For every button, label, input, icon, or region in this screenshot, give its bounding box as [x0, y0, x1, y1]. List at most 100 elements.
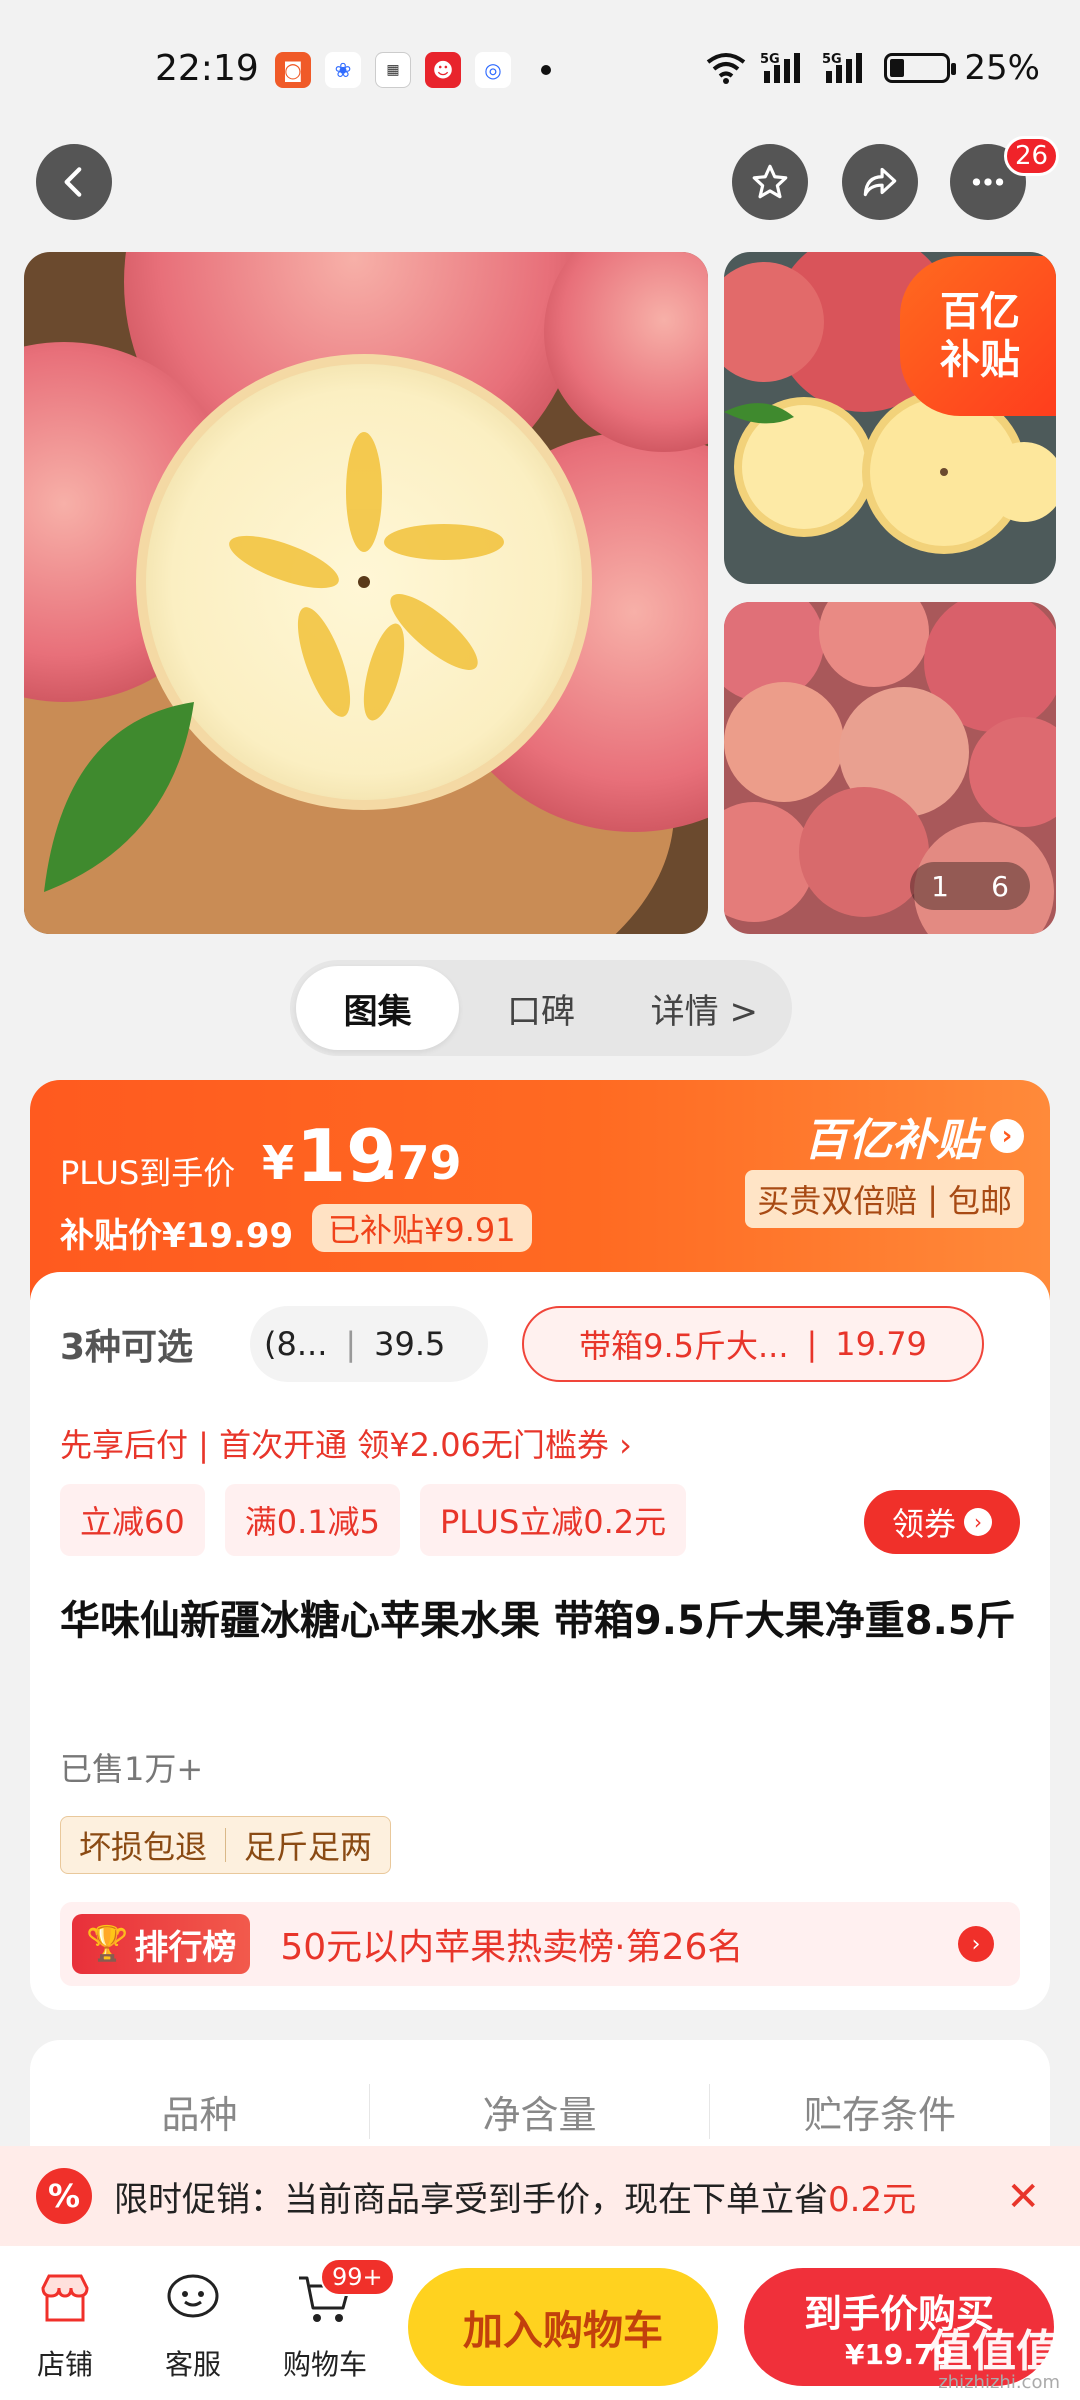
status-time: 22:19: [155, 48, 259, 89]
status-right: 5G 5G 25%: [706, 48, 1040, 88]
signal-5g-label-1: 5G: [760, 52, 780, 67]
cart-count-badge: 99+: [320, 2258, 395, 2296]
subsidized-amount: 已补贴¥9.91: [312, 1204, 532, 1252]
promo-notice-bar: % 限时促销：当前商品享受到手价，现在下单立省0.2元 ✕: [0, 2146, 1080, 2246]
coupon-label: 领券: [891, 1505, 956, 1543]
tab-reviews[interactable]: 口碑: [459, 966, 622, 1050]
option-a-name: (8...: [264, 1325, 328, 1363]
guarantee-double-refund: 买贵双倍赔: [757, 1182, 918, 1220]
discount-chip[interactable]: 立减60: [60, 1484, 205, 1556]
app-notification-icon: ◙: [275, 52, 311, 88]
wifi-icon: [707, 53, 746, 84]
get-coupon-button[interactable]: 领券 ›: [864, 1490, 1020, 1554]
option-b-selected[interactable]: 带箱9.5斤大... | 19.79: [522, 1306, 984, 1382]
gallery-thumb-1[interactable]: 百亿 补贴: [724, 252, 1056, 584]
option-count: 3种可选: [60, 1327, 194, 1368]
chevron-right-icon: ›: [990, 1119, 1024, 1153]
more-dots-icon: [972, 178, 1004, 186]
option-a-price: 39.5: [374, 1325, 446, 1363]
notice-text: 限时促销：当前商品享受到手价，现在下单立省0.2元: [114, 2172, 916, 2221]
chevron-left-icon: [64, 167, 82, 197]
gallery-page-indicator: 1 6: [910, 862, 1030, 910]
page-current: 1: [931, 869, 949, 903]
service-tag: 足斤足两: [244, 1828, 373, 1866]
battery-percent: 25%: [964, 48, 1040, 88]
store-notification-icon: ▦: [375, 52, 411, 88]
ranking-text: 50元以内苹果热卖榜·第26名: [280, 1927, 744, 1968]
discount-chip[interactable]: 满0.1减5: [224, 1484, 400, 1556]
option-b-price: 19.79: [835, 1325, 927, 1363]
percent-icon: %: [36, 2168, 92, 2224]
notice-amount: 0.2元: [828, 2179, 917, 2220]
signal-5g-icon-2: 5G: [822, 52, 863, 83]
customer-service-button[interactable]: 客服: [138, 2266, 248, 2383]
chevron-right-icon: ›: [964, 1508, 992, 1536]
apple-cut-image: [24, 252, 708, 934]
subsidy-price: 补贴价¥19.99: [60, 1216, 294, 1256]
favorite-button[interactable]: [732, 144, 808, 220]
sold-count: 已售1万+: [60, 1750, 204, 1788]
share-icon: [863, 167, 897, 197]
store-icon: [41, 2274, 89, 2322]
watermark-main: 值值值: [928, 2326, 1060, 2377]
product-info-card: 3种可选 (8... | 39.5 带箱9.5斤大... | 19.79 先享后…: [30, 1272, 1050, 2010]
option-b-divider: |: [806, 1325, 818, 1363]
chat-face-icon: [167, 2274, 219, 2318]
product-title: 华味仙新疆冰糖心苹果水果 带箱9.5斤大果净重8.5斤: [60, 1598, 1016, 1644]
subsidy-brand-link[interactable]: 百亿补贴 ›: [804, 1104, 1024, 1168]
gallery-main-image[interactable]: [24, 252, 708, 934]
chevron-right-icon: ›: [958, 1926, 994, 1962]
guarantee-divider: |: [927, 1180, 938, 1218]
notice-prefix: 限时促销：当前商品享受到手价，现在下单立省: [114, 2179, 828, 2220]
plus-price-label: PLUS到手价: [60, 1154, 236, 1192]
content-tabs: 图集 口碑 详情 >: [290, 960, 792, 1056]
discount-chip[interactable]: PLUS立减0.2元: [420, 1484, 687, 1556]
status-app-icons: ◙ ❀ ▦ ☻ ◎: [275, 52, 551, 88]
guarantee-free-shipping: 包邮: [947, 1182, 1012, 1220]
search-notification-icon: ◎: [475, 52, 511, 88]
customer-service-label: 客服: [164, 2348, 221, 2381]
tab-details[interactable]: 详情 >: [623, 966, 786, 1050]
spec-variety: 品种: [30, 2084, 370, 2139]
price-currency: ¥: [262, 1136, 295, 1190]
bottom-action-bar: 店铺 客服 购物车 99+ 加入购物车 到手价购买 ¥19.79 值值值 zhi…: [0, 2246, 1080, 2400]
add-to-cart-button[interactable]: 加入购物车: [408, 2268, 718, 2386]
ranking-bar[interactable]: 🏆 排行榜 50元以内苹果热卖榜·第26名 ›: [60, 1902, 1020, 1986]
cart-label: 购物车: [282, 2348, 367, 2381]
subsidy-corner-tag: 百亿 补贴: [900, 256, 1056, 416]
close-icon[interactable]: ✕: [1006, 2174, 1040, 2220]
star-icon: [752, 164, 788, 199]
option-a-divider: |: [345, 1325, 357, 1363]
store-button[interactable]: 店铺: [10, 2266, 120, 2383]
spec-net-weight: 净含量: [370, 2084, 710, 2139]
option-a[interactable]: (8... | 39.5: [250, 1306, 488, 1382]
trophy-icon: 🏆: [86, 1924, 129, 1964]
ranking-badge: 🏆 排行榜: [72, 1914, 251, 1974]
subsidy-tag-line1: 百亿: [940, 289, 1020, 335]
price-decimal: .79: [380, 1136, 462, 1190]
service-tags[interactable]: 坏损包退 足斤足两: [60, 1816, 392, 1874]
signal-5g-icon-1: 5G: [760, 52, 801, 83]
spec-columns: 品种 净含量 贮存条件: [30, 2084, 1050, 2139]
price-banner: PLUS到手价 ¥ 19 .79 补贴价¥19.99 已补贴¥9.91 百亿补贴…: [30, 1080, 1050, 1300]
spec-storage: 贮存条件: [803, 2093, 956, 2137]
back-button[interactable]: [36, 144, 112, 220]
paw-notification-icon: ❀: [325, 52, 361, 88]
battery-icon: [884, 53, 957, 83]
signal-5g-label-2: 5G: [822, 52, 842, 67]
guarantee-tag: 买贵双倍赔 | 包邮: [745, 1170, 1024, 1228]
pay-later-promo[interactable]: 先享后付 | 首次开通 领¥2.06无门槛券 ›: [60, 1420, 632, 1466]
jd-notification-icon: ☻: [425, 52, 461, 88]
tab-gallery[interactable]: 图集: [296, 966, 460, 1050]
service-tag: 坏损包退: [79, 1828, 208, 1866]
store-label: 店铺: [36, 2348, 93, 2381]
ranking-badge-label: 排行榜: [134, 1927, 237, 1968]
share-button[interactable]: [842, 144, 918, 220]
status-bar: 22:19 ◙ ❀ ▦ ☻ ◎ 5G 5G 25%: [0, 0, 1080, 130]
subsidy-tag-line2: 补贴: [940, 337, 1020, 383]
page-total: 6: [991, 869, 1009, 903]
watermark-sub: zhizhizhi.com: [938, 2372, 1060, 2393]
site-watermark: 值值值 zhizhizhi.com: [928, 2330, 1060, 2394]
more-notification-badge: 26: [1004, 136, 1060, 176]
subsidy-brand-text: 百亿补贴: [804, 1115, 980, 1166]
